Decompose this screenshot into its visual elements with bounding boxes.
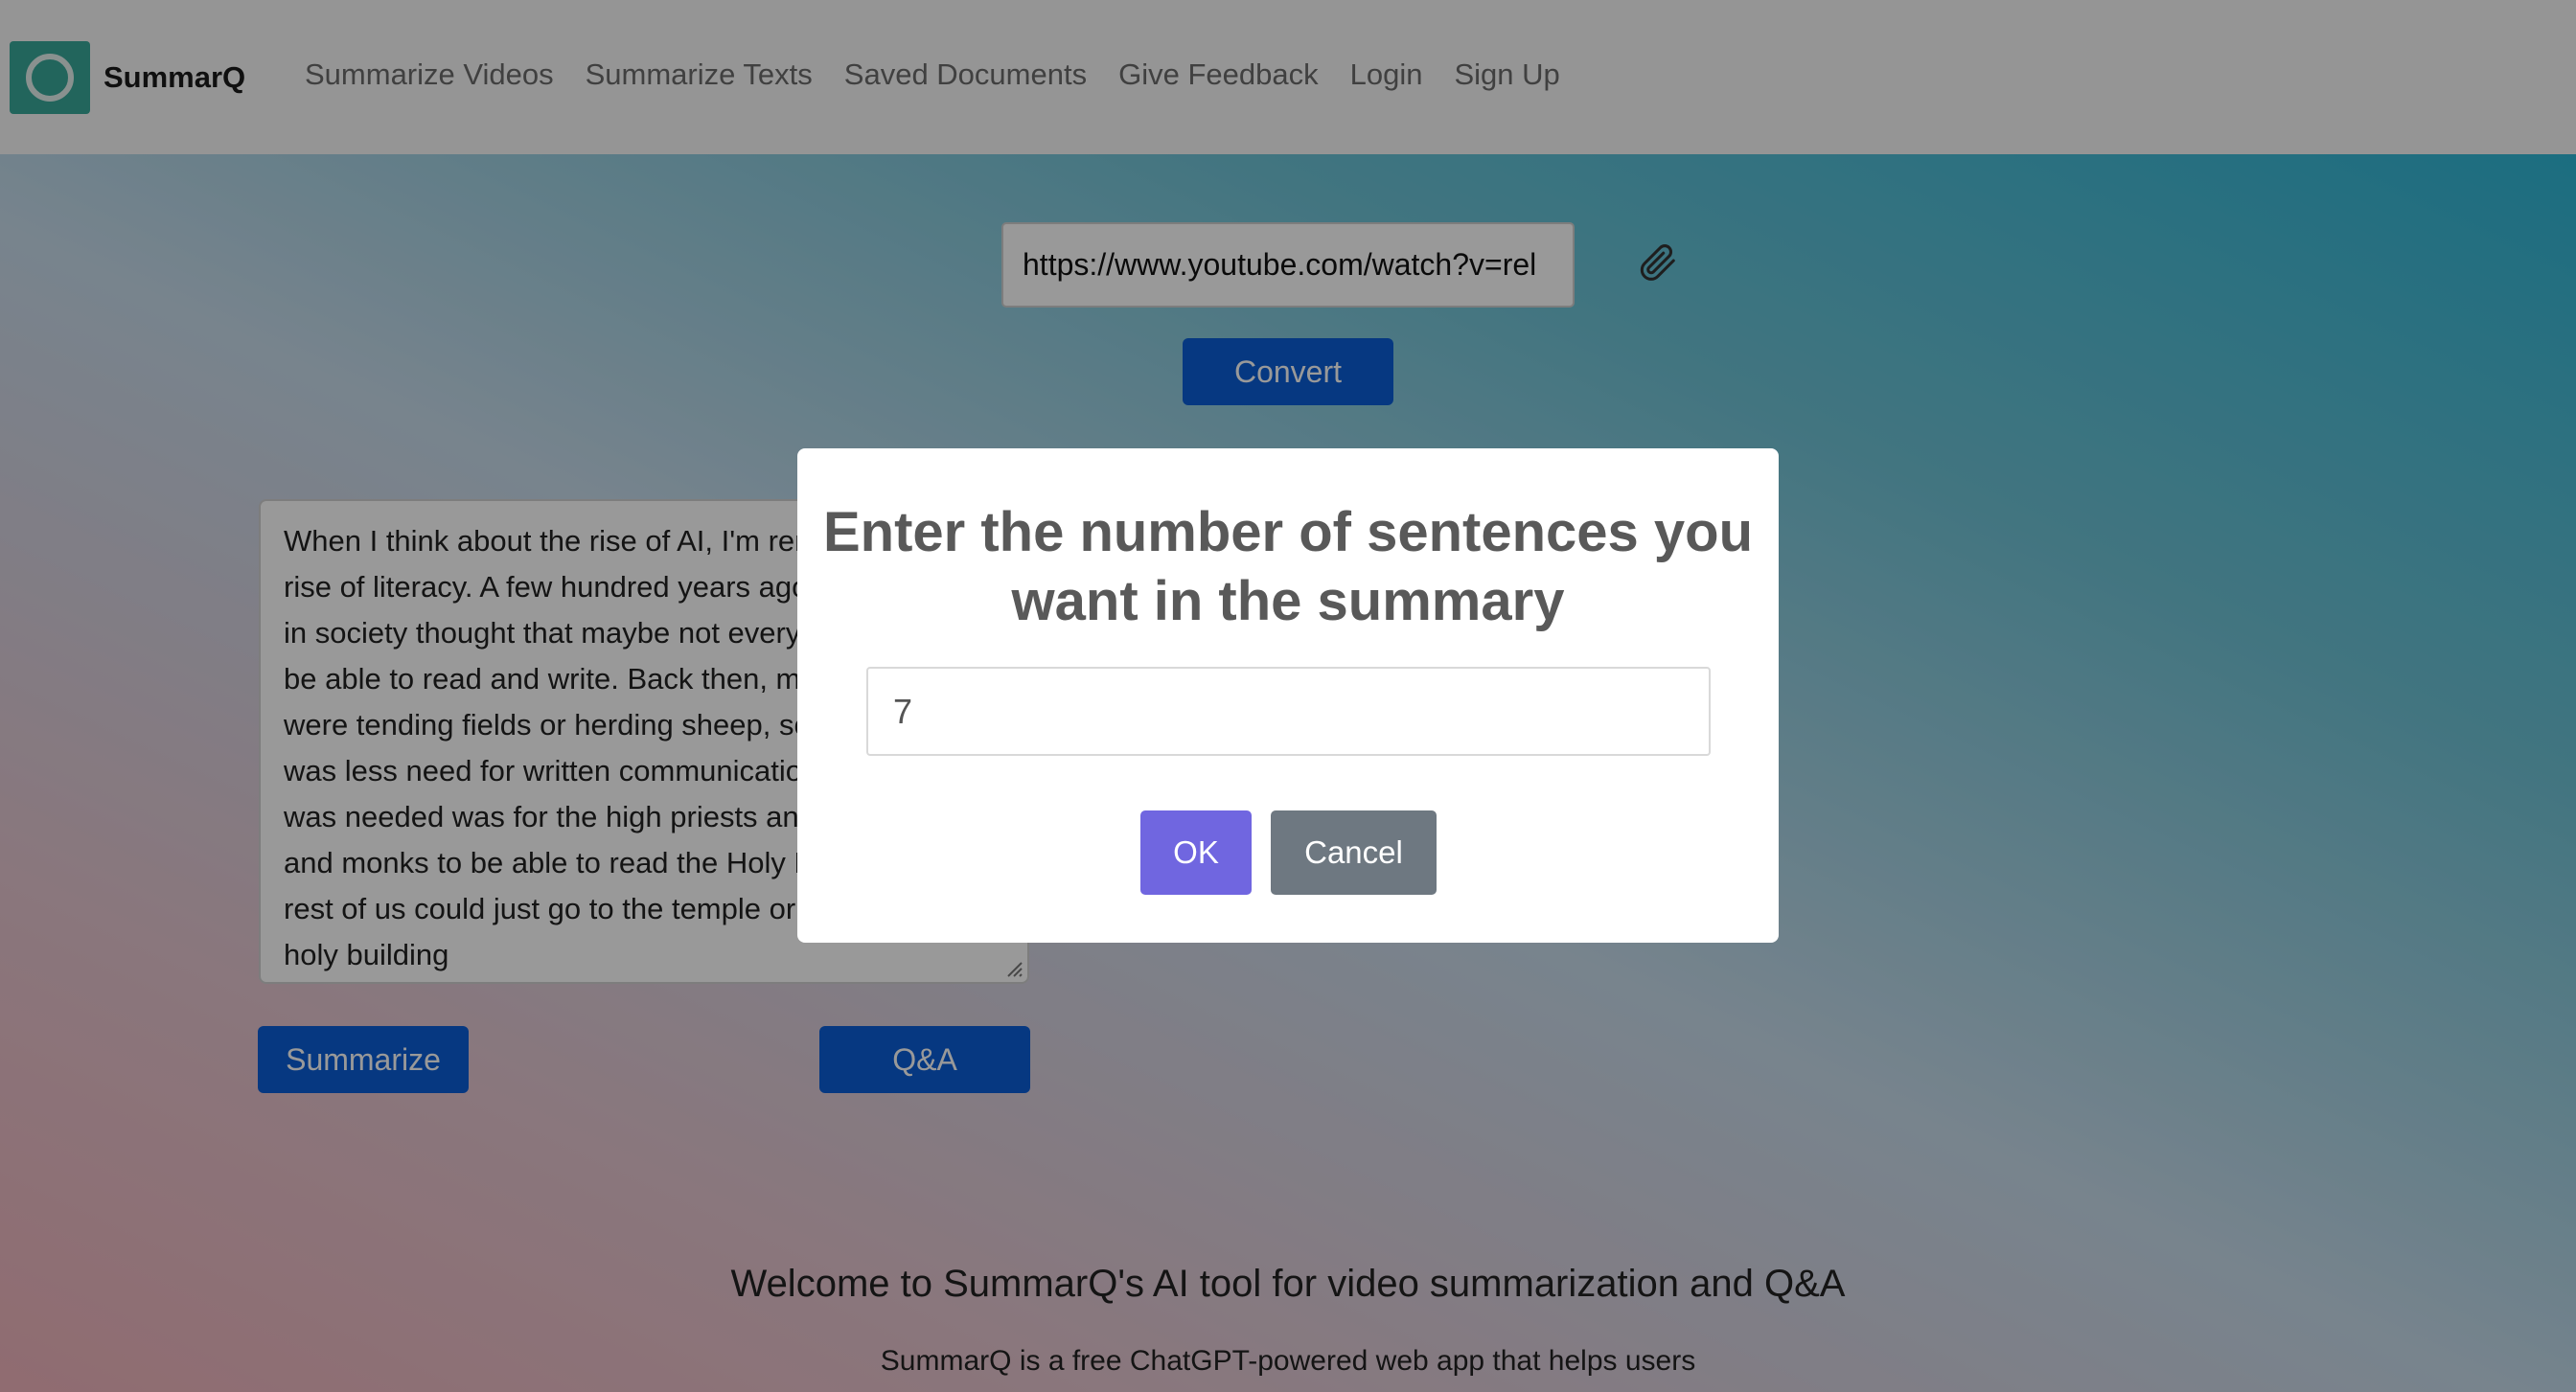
dialog-title: Enter the number of sentences you want i… — [822, 501, 1754, 632]
sentence-count-dialog: Enter the number of sentences you want i… — [797, 448, 1779, 943]
cancel-button[interactable]: Cancel — [1271, 810, 1437, 895]
ok-button[interactable]: OK — [1140, 810, 1252, 895]
sentence-count-input[interactable] — [866, 667, 1711, 756]
